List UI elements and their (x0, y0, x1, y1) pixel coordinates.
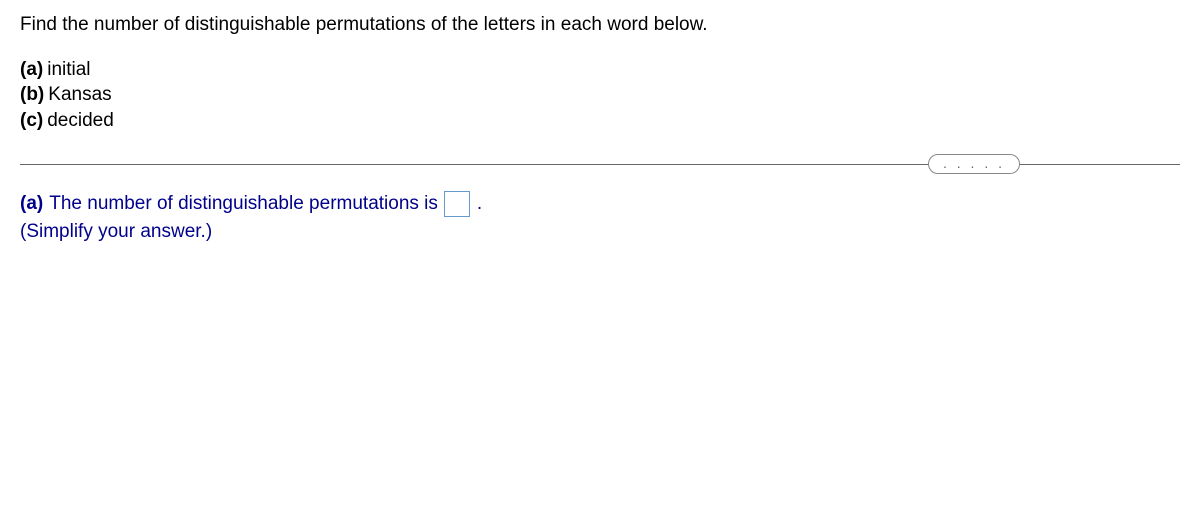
part-item-b: (b) Kansas (20, 82, 1180, 108)
part-label: (c) (20, 108, 43, 134)
part-label: (a) (20, 57, 43, 83)
question-parts-list: (a) initial (b) Kansas (c) decided (20, 57, 1180, 134)
part-label: (b) (20, 82, 44, 108)
question-intro: Find the number of distinguishable permu… (20, 12, 1180, 39)
part-item-a: (a) initial (20, 57, 1180, 83)
section-divider: . . . . . (20, 152, 1180, 176)
part-word: initial (47, 57, 90, 83)
part-word: Kansas (48, 82, 111, 108)
answer-period: . (477, 190, 482, 219)
answer-input[interactable] (444, 191, 470, 217)
answer-block: (a) The number of distinguishable permut… (20, 190, 1180, 247)
more-options-button[interactable]: . . . . . (928, 154, 1020, 174)
part-word: decided (47, 108, 114, 134)
part-item-c: (c) decided (20, 108, 1180, 134)
answer-part-label: (a) (20, 190, 43, 219)
simplify-note: (Simplify your answer.) (20, 218, 1180, 247)
answer-line: (a) The number of distinguishable permut… (20, 190, 1180, 219)
answer-text-before: The number of distinguishable permutatio… (49, 190, 438, 219)
